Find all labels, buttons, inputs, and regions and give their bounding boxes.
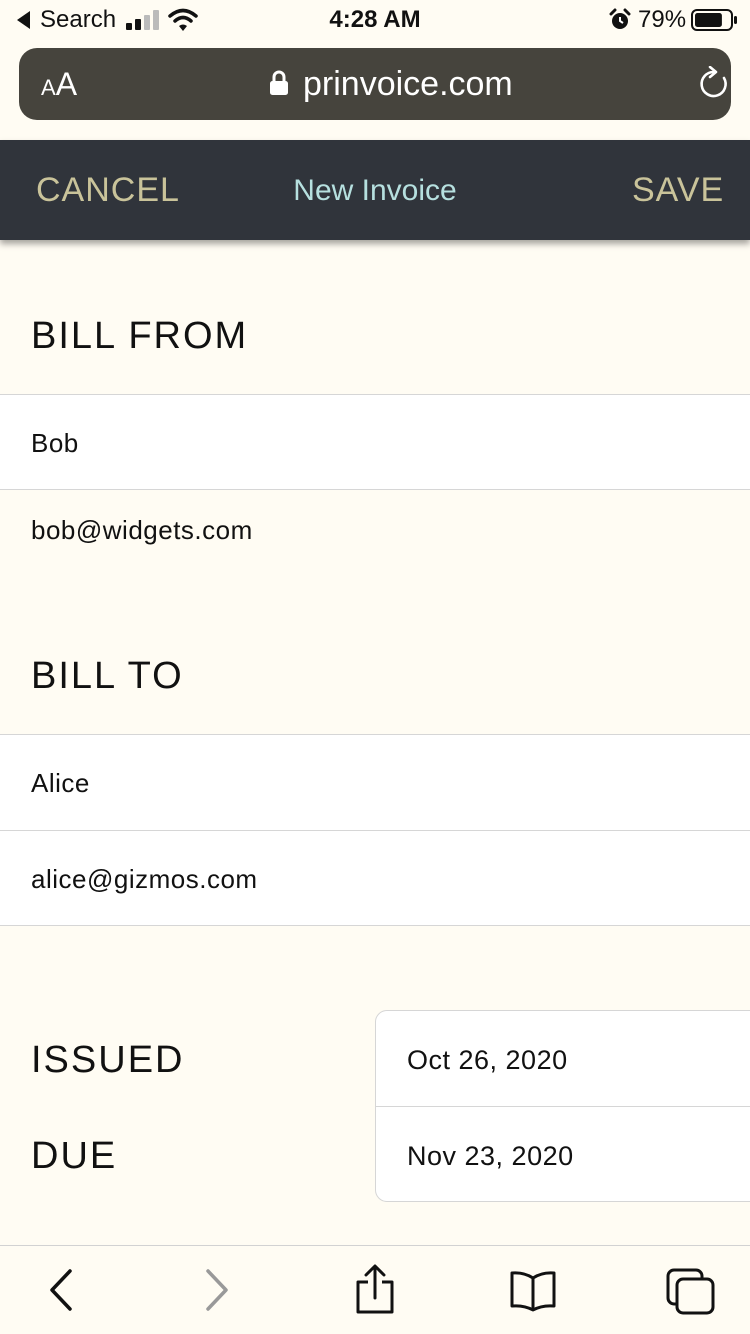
lock-icon — [269, 70, 289, 101]
divider — [0, 489, 750, 490]
bill-from-heading: BILL FROM — [31, 315, 249, 357]
text-size-big-label: A — [55, 66, 78, 102]
bill-to-email-field[interactable]: alice@gizmos.com — [0, 830, 750, 926]
due-date-input[interactable]: Nov 23, 2020 — [407, 1140, 574, 1172]
text-size-small-label: A — [41, 75, 56, 100]
url-text[interactable]: prinvoice.com — [303, 64, 513, 104]
issued-date-input[interactable]: Oct 26, 2020 — [407, 1044, 568, 1076]
text-size-button[interactable]: AA — [41, 66, 77, 109]
share-icon[interactable] — [354, 1264, 396, 1319]
dates-divider — [376, 1106, 750, 1107]
url-bar[interactable]: AA prinvoice.com — [19, 48, 731, 120]
browser-toolbar — [0, 1245, 750, 1334]
status-bar: Search 4:28 AM 79% — [0, 0, 750, 40]
back-icon[interactable] — [46, 1268, 76, 1317]
due-label: DUE — [31, 1135, 118, 1177]
app-header: CANCEL New Invoice SAVE — [0, 140, 750, 240]
bill-to-name-value: Alice — [31, 768, 90, 798]
dates-box: Oct 26, 2020 Nov 23, 2020 — [375, 1010, 750, 1202]
bill-to-name-field[interactable]: Alice — [0, 734, 750, 830]
bookmarks-icon[interactable] — [508, 1270, 558, 1317]
bill-to-email-value: alice@gizmos.com — [31, 864, 258, 894]
tabs-icon[interactable] — [664, 1266, 716, 1321]
forward-icon[interactable] — [202, 1268, 232, 1317]
issued-label: ISSUED — [31, 1039, 185, 1081]
bill-to-heading: BILL TO — [31, 655, 184, 697]
alarm-icon — [608, 8, 632, 37]
battery-icon — [691, 9, 739, 36]
save-button[interactable]: SAVE — [632, 170, 724, 210]
reload-icon[interactable] — [697, 65, 731, 107]
bill-from-name-value: Bob — [31, 428, 79, 458]
bill-from-name-field[interactable]: Bob — [0, 394, 750, 490]
bill-from-email-value[interactable]: bob@widgets.com — [31, 514, 253, 546]
battery-percent: 79% — [638, 6, 687, 33]
